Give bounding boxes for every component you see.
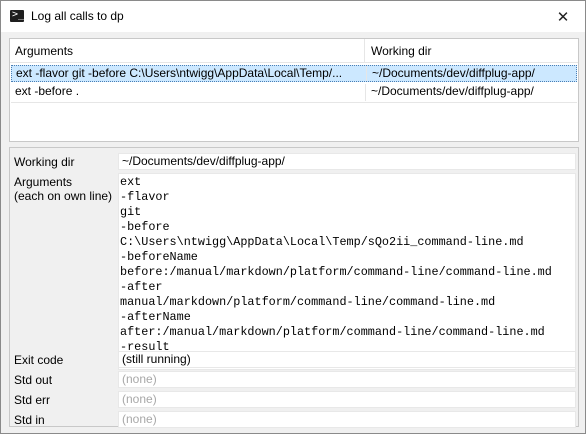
arguments-field[interactable]: ext -flavor git -before C:\Users\ntwigg\AppD… xyxy=(118,173,576,370)
argument-line: -flavor xyxy=(120,190,170,204)
column-header-arguments[interactable]: Arguments xyxy=(10,39,365,63)
argument-line: ext xyxy=(120,175,142,189)
arguments-sublabel: (each on own line) xyxy=(14,189,113,203)
row-working-dir: ~/Documents/dev/diffplug-app/ xyxy=(371,84,534,98)
row-separator xyxy=(11,102,577,103)
std-out-label: Std out xyxy=(14,373,53,387)
row-arguments: ext -before . xyxy=(15,84,80,98)
terminal-icon: >_ xyxy=(10,9,25,22)
exit-code-field[interactable]: (still running) xyxy=(118,351,576,368)
working-dir-label: Working dir xyxy=(14,155,75,169)
column-divider xyxy=(365,84,366,101)
calls-table[interactable]: Arguments Working dir ext -flavor git -b… xyxy=(9,38,579,142)
working-dir-field[interactable]: ~/Documents/dev/diffplug-app/ xyxy=(118,153,576,170)
argument-line: -after xyxy=(120,280,163,294)
table-header: Arguments Working dir xyxy=(10,39,578,63)
row-working-dir: ~/Documents/dev/diffplug-app/ xyxy=(372,66,535,80)
std-in-label: Std in xyxy=(14,413,45,427)
detail-panel: Working dir ~/Documents/dev/diffplug-app… xyxy=(9,147,579,428)
column-divider xyxy=(366,66,367,81)
table-row[interactable]: ext -flavor git -before C:\Users\ntwigg\… xyxy=(11,65,577,82)
argument-line: git xyxy=(120,205,142,219)
window-title: Log all calls to dp xyxy=(31,9,124,23)
argument-line: manual/markdown/platform/command-line/co… xyxy=(120,295,496,309)
std-err-label: Std err xyxy=(14,393,51,407)
row-arguments: ext -flavor git -before C:\Users\ntwigg\… xyxy=(16,66,343,80)
std-in-field[interactable]: (none) xyxy=(118,411,576,428)
argument-line: -beforeName xyxy=(120,250,198,264)
arguments-label: Arguments xyxy=(14,175,73,189)
std-err-field[interactable]: (none) xyxy=(118,391,576,408)
argument-line: -before xyxy=(120,220,170,234)
argument-line: C:\Users\ntwigg\AppData\Local\Temp/sQo2i… xyxy=(120,235,524,249)
close-icon[interactable]: ✕ xyxy=(541,1,585,32)
std-out-field[interactable]: (none) xyxy=(118,371,576,388)
argument-line: before:/manual/markdown/platform/command… xyxy=(120,265,552,279)
title-bar: >_ Log all calls to dp ✕ xyxy=(1,1,585,32)
column-header-working-dir[interactable]: Working dir xyxy=(365,39,578,63)
table-row[interactable]: ext -before . ~/Documents/dev/diffplug-a… xyxy=(11,84,577,101)
argument-line: after:/manual/markdown/platform/command-… xyxy=(120,325,545,339)
argument-line: -afterName xyxy=(120,310,191,324)
exit-code-label: Exit code xyxy=(14,353,64,367)
dialog-window: >_ Log all calls to dp ✕ Arguments Worki… xyxy=(0,0,586,434)
